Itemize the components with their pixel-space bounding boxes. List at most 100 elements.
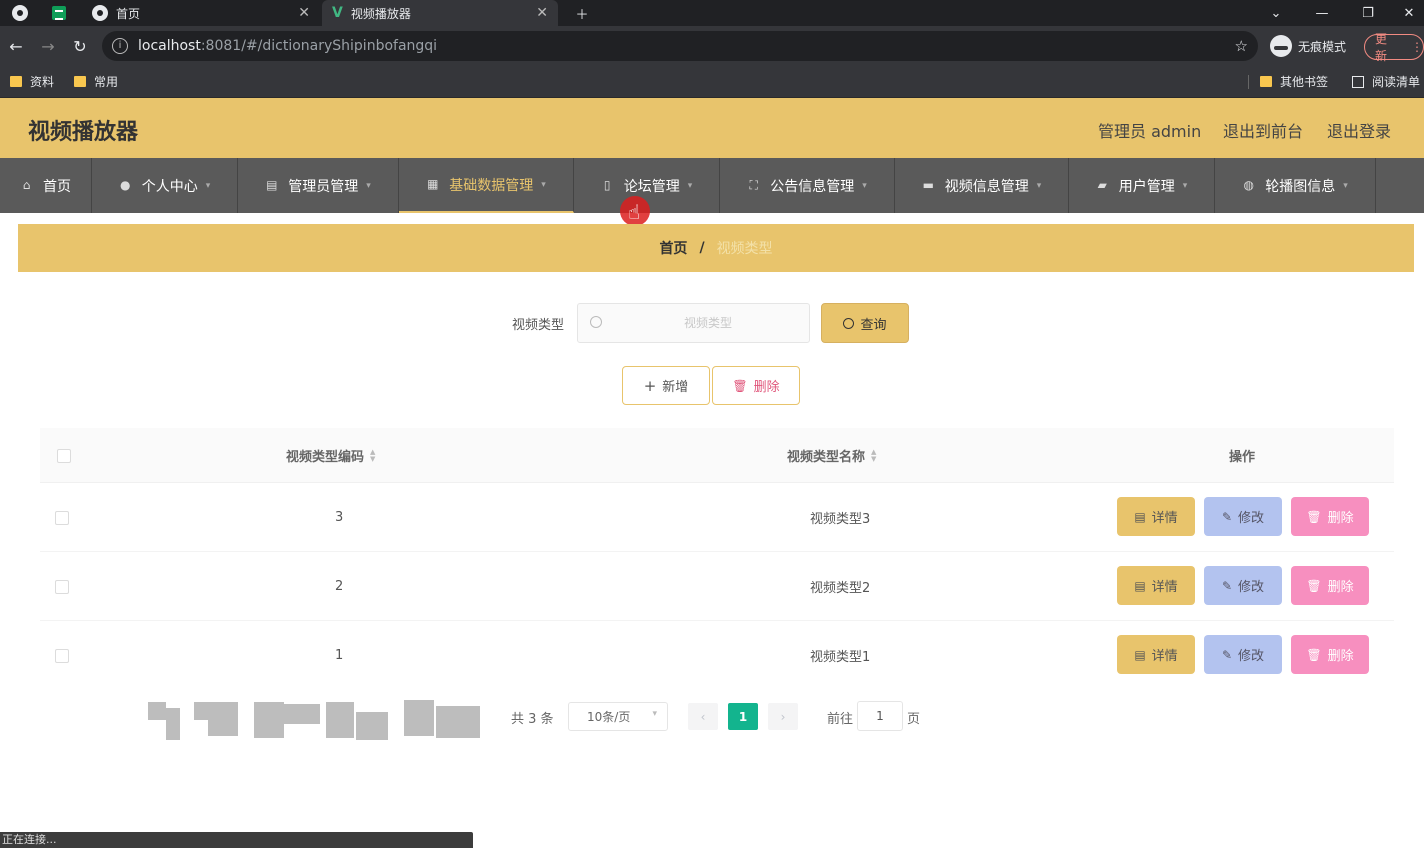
reload-icon[interactable]: ↻: [68, 34, 92, 58]
breadcrumb-home[interactable]: 首页: [659, 238, 687, 258]
tab-search-chevron-icon[interactable]: ⌄: [1256, 0, 1296, 26]
add-button[interactable]: + 新增: [622, 366, 710, 405]
delete-button[interactable]: 🗑︎ 删除: [1291, 635, 1369, 674]
nav-label: 轮播图信息: [1265, 178, 1336, 195]
browser-tab-pinned-chrome[interactable]: [12, 0, 36, 26]
user-icon: ●: [119, 178, 131, 192]
sort-icon[interactable]: ▲ ▼: [370, 448, 375, 463]
detail-button[interactable]: ▤ 详情: [1117, 497, 1195, 536]
folder-icon: [74, 76, 86, 87]
edit-button[interactable]: ✎ 修改: [1204, 497, 1282, 536]
bookmark-folder[interactable]: 常用: [74, 73, 118, 90]
nav-item-admins[interactable]: ▤ 管理员管理 ▾: [238, 158, 399, 213]
admin-user-label: 管理员 admin: [1098, 122, 1202, 141]
exit-to-front-link[interactable]: 退出到前台: [1223, 118, 1303, 142]
column-header-label: 操作: [1229, 450, 1256, 465]
row-checkbox[interactable]: [55, 511, 69, 525]
search-field[interactable]: [577, 303, 810, 343]
message-icon: ▬: [922, 178, 934, 192]
nav-item-announcements[interactable]: ⛶ 公告信息管理 ▾: [720, 158, 895, 213]
column-header-label: 视频类型名称: [787, 450, 866, 465]
picture-icon: ◍: [1243, 178, 1254, 192]
incognito-indicator[interactable]: 无痕模式: [1270, 34, 1346, 58]
column-header-label: 视频类型编码: [286, 450, 365, 465]
bookmark-label: 其他书签: [1280, 75, 1329, 89]
reading-list[interactable]: 阅读清单: [1352, 73, 1420, 90]
trash-icon: 🗑︎: [1306, 509, 1322, 524]
column-header-name[interactable]: 视频类型名称 ▲ ▼: [787, 446, 876, 465]
new-tab-icon[interactable]: ＋: [562, 0, 602, 26]
document-icon: ▤: [1134, 509, 1146, 524]
minimize-icon[interactable]: —: [1302, 0, 1342, 26]
logout-link[interactable]: 退出登录: [1327, 118, 1391, 142]
search-icon: [843, 317, 855, 329]
column-header-code[interactable]: 视频类型编码 ▲ ▼: [286, 446, 375, 465]
main-nav: ⌂ 首页 ● 个人中心 ▾ ▤ 管理员管理 ▾ ▦ 基础数据管理 ▾ ▯ 论坛管理 ▾ ⛶ 公告信息…: [0, 158, 1424, 213]
cell-name: 视频类型1: [810, 650, 871, 665]
bookmark-label: 常用: [94, 75, 119, 89]
chevron-down-icon: ▾: [1343, 180, 1348, 191]
nav-item-carousel[interactable]: ◍ 轮播图信息 ▾: [1215, 158, 1376, 213]
bookmark-folder[interactable]: 资料: [10, 73, 54, 90]
nav-item-videos[interactable]: ▬ 视频信息管理 ▾: [895, 158, 1069, 213]
detail-button[interactable]: ▤ 详情: [1117, 566, 1195, 605]
page-size-select[interactable]: 10条/页 ▾: [568, 702, 668, 731]
nav-label: 首页: [43, 178, 71, 195]
select-all-checkbox[interactable]: [57, 449, 71, 463]
cell-code: 3: [335, 510, 344, 525]
nav-label: 公告信息管理: [770, 178, 855, 195]
goto-page-input[interactable]: [857, 701, 903, 731]
browser-tab-pinned-sheet[interactable]: [52, 0, 76, 26]
edit-button[interactable]: ✎ 修改: [1204, 635, 1282, 674]
sort-icon[interactable]: ▲ ▼: [871, 448, 876, 463]
other-bookmarks[interactable]: 其他书签: [1260, 73, 1328, 90]
close-window-icon[interactable]: ✕: [1394, 0, 1424, 26]
bookmarks-bar: 资料 常用 其他书签 阅读清单: [0, 66, 1424, 98]
site-info-icon[interactable]: i: [112, 38, 128, 54]
search-input[interactable]: [608, 304, 808, 342]
page-number-current[interactable]: 1: [728, 703, 758, 730]
delete-label: 删除: [1327, 649, 1354, 664]
chevron-down-icon: ▾: [1036, 180, 1042, 191]
document-icon: ▤: [1134, 578, 1146, 593]
row-checkbox[interactable]: [55, 580, 69, 594]
restore-icon[interactable]: ❐: [1348, 0, 1388, 26]
url-bar[interactable]: i localhost:8081/#/dictionaryShipinbofan…: [102, 31, 1258, 61]
chevron-down-icon: ▾: [366, 180, 371, 191]
vue-icon: V: [332, 5, 343, 21]
breadcrumb-separator: /: [699, 240, 705, 256]
table-row: 1 视频类型1 ▤ 详情 ✎ 修改 🗑︎ 删除: [40, 621, 1394, 690]
browser-tab-home[interactable]: 首页 ✕: [84, 0, 320, 26]
back-icon[interactable]: ←: [4, 34, 28, 58]
browser-tab-video-player[interactable]: V 视频播放器 ✕: [322, 0, 558, 26]
next-page-button[interactable]: ›: [768, 703, 798, 730]
nav-item-basic-data[interactable]: ▦ 基础数据管理 ▾: [399, 158, 574, 213]
nav-item-users[interactable]: ▰ 用户管理 ▾: [1069, 158, 1215, 213]
page-suffix: 页: [907, 712, 921, 727]
nav-item-personal[interactable]: ● 个人中心 ▾: [92, 158, 238, 213]
query-button-label: 查询: [860, 317, 887, 333]
delete-button[interactable]: 🗑︎ 删除: [1291, 497, 1369, 536]
prev-page-button[interactable]: ‹: [688, 703, 718, 730]
search-icon: [590, 316, 602, 328]
document-icon: ▤: [1134, 647, 1146, 662]
query-button[interactable]: 查询: [821, 303, 909, 343]
close-tab-icon[interactable]: ✕: [298, 5, 310, 21]
edit-icon: ✎: [1221, 509, 1233, 524]
delete-label: 删除: [1327, 511, 1354, 526]
reading-list-icon: [1352, 75, 1364, 88]
forward-icon[interactable]: →: [36, 34, 60, 58]
browser-tab-title: 视频播放器: [350, 6, 411, 21]
row-checkbox[interactable]: [55, 649, 69, 663]
kebab-menu-icon[interactable]: ⋮: [1411, 40, 1423, 54]
close-tab-icon[interactable]: ✕: [536, 5, 548, 21]
edit-button[interactable]: ✎ 修改: [1204, 566, 1282, 605]
detail-label: 详情: [1151, 580, 1178, 595]
detail-button[interactable]: ▤ 详情: [1117, 635, 1195, 674]
bookmark-star-icon[interactable]: ☆: [1235, 37, 1248, 55]
nav-item-home[interactable]: ⌂ 首页: [0, 158, 92, 213]
delete-button-label: 删除: [753, 380, 780, 395]
delete-button[interactable]: 🗑︎ 删除: [1291, 566, 1369, 605]
batch-delete-button[interactable]: 🗑︎ 删除: [712, 366, 800, 405]
update-button[interactable]: 更新 ⋮: [1364, 32, 1424, 63]
